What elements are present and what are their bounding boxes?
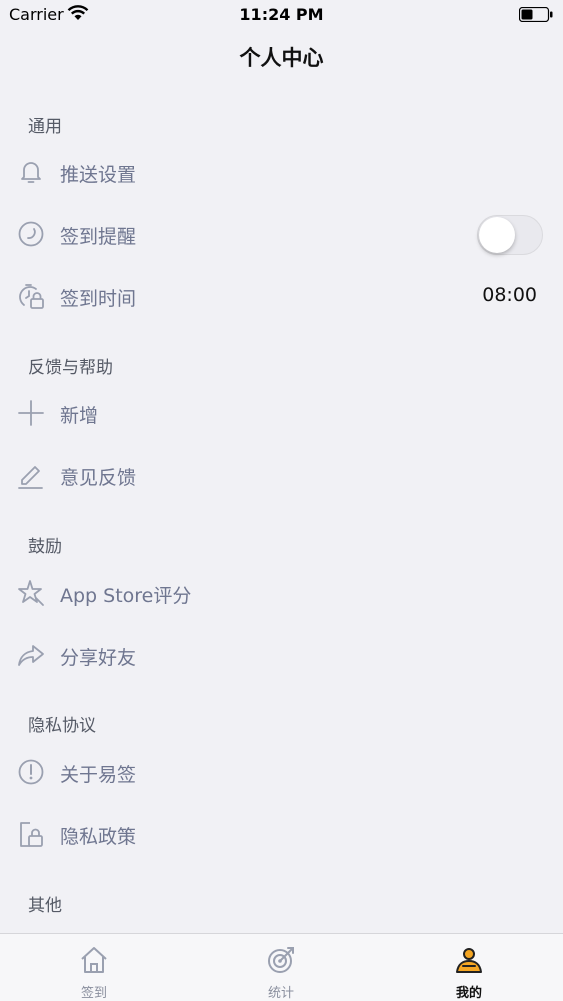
plus-icon — [18, 400, 44, 426]
star-icon — [18, 580, 44, 606]
menu-item-label: 分享好友 — [60, 647, 137, 669]
menu-item-about[interactable]: 关于易签 — [0, 745, 563, 801]
menu-item-checkin-time[interactable]: 签到时间 08:00 — [0, 269, 563, 325]
menu-item-label: 关于易签 — [60, 764, 137, 786]
menu-item-label: 隐私政策 — [60, 826, 137, 848]
status-time: 11:24 PM — [239, 5, 324, 24]
tab-label: 签到 — [80, 986, 107, 1001]
toggle-knob — [479, 217, 515, 253]
menu-item-feedback[interactable]: 意见反馈 — [0, 448, 563, 504]
status-bar: Carrier 11:24 PM — [0, 0, 563, 30]
reminder-toggle[interactable] — [477, 215, 543, 255]
page-title: 个人中心 — [239, 46, 324, 70]
menu-item-privacy-policy[interactable]: 隐私政策 — [0, 807, 563, 863]
section-header-feedback: 反馈与帮助 — [28, 358, 113, 378]
tab-label: 我的 — [455, 986, 482, 1001]
menu-item-label: 推送设置 — [60, 164, 137, 186]
target-icon — [268, 947, 294, 973]
menu-item-share[interactable]: 分享好友 — [0, 628, 563, 684]
battery-icon — [519, 7, 553, 22]
section-header-privacy: 隐私协议 — [28, 716, 96, 736]
tab-checkin[interactable]: 签到 — [0, 934, 188, 1001]
menu-item-label: App Store评分 — [60, 585, 192, 607]
checkin-time-value: 08:00 — [482, 284, 537, 306]
edit-icon — [18, 466, 43, 489]
share-icon — [18, 645, 44, 666]
section-header-other: 其他 — [28, 896, 62, 916]
menu-item-label: 签到时间 — [60, 288, 137, 310]
info-icon — [18, 759, 44, 785]
home-icon — [81, 947, 107, 973]
tab-mine[interactable]: 我的 — [375, 934, 563, 1001]
bell-icon — [21, 162, 41, 183]
clock-icon — [18, 221, 44, 247]
tab-bar: 签到 统计 我的 — [0, 933, 563, 1001]
menu-item-add[interactable]: 新增 — [0, 386, 563, 442]
menu-item-app-store-rating[interactable]: App Store评分 — [0, 566, 563, 622]
privacy-lock-icon — [20, 822, 43, 847]
menu-item-checkin-reminder[interactable]: 签到提醒 — [0, 207, 563, 263]
section-header-general: 通用 — [28, 117, 62, 137]
menu-item-push-settings[interactable]: 推送设置 — [0, 145, 563, 201]
tab-label: 统计 — [267, 986, 294, 1001]
menu-item-label: 意见反馈 — [60, 467, 137, 489]
tab-statistics[interactable]: 统计 — [187, 934, 375, 1001]
menu-item-label: 新增 — [60, 405, 99, 427]
menu-item-label: 签到提醒 — [60, 226, 137, 248]
timer-lock-icon — [19, 284, 44, 309]
section-header-encourage: 鼓励 — [28, 537, 62, 557]
profile-icon — [456, 948, 482, 973]
